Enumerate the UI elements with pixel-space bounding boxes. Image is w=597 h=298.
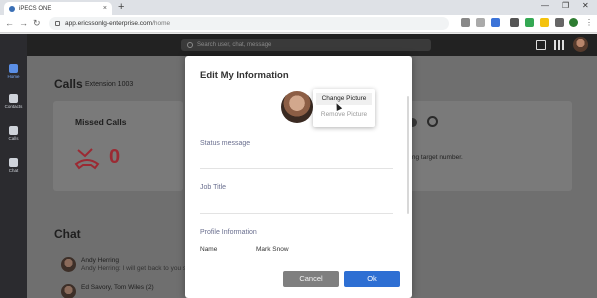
name-label: Name [200,246,218,253]
url-input[interactable]: app.ericssonlg-enterprise.com/home [49,17,449,30]
sidebar-item-contacts[interactable]: Contacts [0,94,27,109]
home-icon [9,64,18,73]
favicon-icon [9,5,15,12]
divider [200,213,393,214]
tab-close-icon[interactable]: × [103,5,107,12]
change-picture-option[interactable]: Change Picture [316,93,372,105]
sidebar-item-label: Contacts [4,104,23,109]
avatar[interactable] [281,91,313,123]
chat-heading: Chat [54,227,81,241]
smiley-icon[interactable] [540,18,549,27]
missed-call-icon [74,148,100,170]
name-value: Mark Snow [256,246,289,253]
app-sidebar: Home Contacts Calls Chat [0,34,27,298]
search-placeholder: Search user, chat, message [197,42,272,48]
maximize-button[interactable]: ❐ [562,1,569,10]
edit-info-dialog: Edit My Information Change Picture Remov… [185,56,412,298]
missed-calls-title: Missed Calls [75,117,127,127]
minimize-button[interactable]: — [541,1,549,10]
gear-icon[interactable] [427,116,438,127]
extension-icon[interactable] [510,18,519,27]
reload-icon[interactable]: ↻ [33,18,41,29]
new-tab-button[interactable]: + [118,1,124,13]
scrollbar[interactable] [407,96,409,214]
tab-title: iPECS ONE [19,5,52,12]
url-text: app.ericssonlg-enterprise.com/home [65,20,171,27]
share-icon[interactable] [476,18,485,27]
chat-icon [9,158,18,167]
sidebar-item-calls[interactable]: Calls [0,126,27,141]
menu-icon[interactable]: ⋮ [585,18,594,27]
job-title-field[interactable]: Job Title [200,184,226,191]
sidebar-item-label: Home [7,74,20,79]
chat-name: Ed Savory, Tom Wiles (2) [81,284,154,291]
edit-icon[interactable] [536,40,546,50]
lock-icon [55,21,60,26]
dialog-footer: Cancel Ok [185,264,412,298]
close-window-button[interactable]: ✕ [582,1,589,10]
sidebar-item-label: Chat [8,168,19,173]
chat-message: Andy Herring: I will get back to you sh [81,265,190,272]
divider [200,168,393,169]
forwarding-text: ming target number. [405,154,463,161]
star-icon[interactable] [491,18,500,27]
chat-name: Andy Herring [81,257,119,264]
browser-tab-bar: iPECS ONE × + — ❐ ✕ [0,0,597,15]
dialog-title: Edit My Information [200,70,289,81]
apps-grid-icon[interactable] [554,40,564,50]
search-icon [187,42,193,48]
avatar [61,284,76,298]
drive-icon[interactable] [525,18,534,27]
phone-icon [9,126,18,135]
profile-icon[interactable] [569,18,578,27]
sidebar-item-home[interactable]: Home [0,64,27,79]
sidebar-item-chat[interactable]: Chat [0,158,27,173]
contacts-icon [9,94,18,103]
avatar [61,257,76,272]
missed-calls-count: 0 [109,146,121,168]
back-icon[interactable]: ← [5,18,14,28]
browser-tab[interactable]: iPECS ONE × [4,2,112,15]
address-bar-row: ← → ↻ app.ericssonlg-enterprise.com/home… [0,15,597,33]
key-icon[interactable] [461,18,470,27]
app-topbar: Search user, chat, message [27,34,597,56]
calls-heading: Calls [54,77,83,91]
sidebar-item-label: Calls [8,136,19,141]
search-input[interactable]: Search user, chat, message [181,39,431,51]
profile-section-heading: Profile Information [200,229,257,236]
extension-label: Extension 1003 [85,81,134,88]
picture-menu: Change Picture Remove Picture [313,89,375,127]
ok-button[interactable]: Ok [344,271,400,287]
avatar[interactable] [573,37,588,52]
remove-picture-option[interactable]: Remove Picture [313,111,375,118]
cancel-button[interactable]: Cancel [283,271,339,287]
forward-icon[interactable]: → [19,18,28,28]
status-message-field[interactable]: Status message [200,140,250,147]
puzzle-icon[interactable] [555,18,564,27]
